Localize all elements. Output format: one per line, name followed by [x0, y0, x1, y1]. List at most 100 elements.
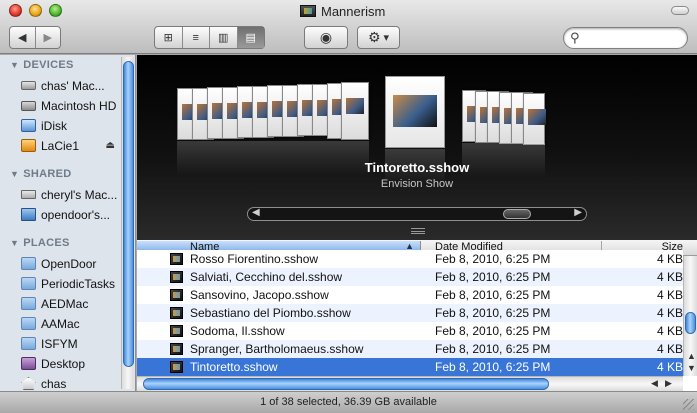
computer-icon	[21, 81, 36, 90]
file-size: 4 KB	[656, 342, 683, 356]
column-view-icon: ▥	[218, 32, 229, 44]
table-row[interactable]: Spranger, Bartholomaeus.sshow Feb 8, 201…	[137, 340, 683, 358]
sidebar-item-cheryls-mac[interactable]: cheryl's Mac...	[21, 185, 121, 204]
sidebar-item-macintosh-hd[interactable]: Macintosh HD	[21, 96, 121, 115]
home-icon	[21, 377, 36, 390]
file-date: Feb 8, 2010, 6:25 PM	[435, 306, 551, 320]
column-view-button[interactable]: ▥	[209, 27, 237, 48]
slideshow-file-icon	[170, 361, 183, 373]
idisk-icon	[21, 119, 36, 132]
folder-icon	[21, 277, 36, 290]
file-name: Salviati, Cecchino del.sshow	[190, 270, 343, 284]
table-row[interactable]: Sebastiano del Piombo.sshow Feb 8, 2010,…	[137, 304, 683, 322]
list-view-icon: ≡	[192, 31, 199, 44]
toolbar-toggle-button[interactable]	[671, 6, 689, 15]
sidebar-item-periodictasks[interactable]: PeriodicTasks	[21, 274, 121, 293]
quick-look-button[interactable]: ◉	[304, 26, 348, 49]
sidebar-header-places[interactable]: ▼ PLACES	[10, 237, 70, 249]
folder-proxy-icon[interactable]	[300, 5, 316, 17]
eject-icon[interactable]: ⏏	[106, 140, 115, 151]
file-name: Sansovino, Jacopo.sshow	[190, 288, 329, 302]
scroll-up-icon[interactable]: ▲	[687, 351, 696, 361]
coverflow-scrollbar[interactable]: ◀ ▶	[247, 207, 587, 221]
sidebar-item-opendoor[interactable]: OpenDoor	[21, 254, 121, 273]
zoom-window-button[interactable]	[49, 4, 62, 17]
table-row[interactable]: Sodoma, Il.sshow Feb 8, 2010, 6:25 PM 4 …	[137, 322, 683, 340]
list-vertical-scroll-thumb[interactable]	[685, 312, 696, 334]
coverflow-view[interactable]: Tintoretto.sshow Envision Show ◀ ▶	[137, 55, 697, 240]
coverflow-selected-name: Tintoretto.sshow	[364, 160, 470, 175]
sidebar-item-aamac[interactable]: AAMac	[21, 314, 121, 333]
action-menu-button[interactable]: ⚙ ▾	[357, 26, 400, 49]
eye-icon: ◉	[319, 29, 333, 45]
sidebar-scroll-thumb[interactable]	[123, 61, 134, 367]
coverflow-selected-kind: Envision Show	[380, 178, 454, 190]
table-row-selected[interactable]: Tintoretto.sshow Feb 8, 2010, 6:25 PM 4 …	[137, 358, 683, 376]
sidebar-header-devices[interactable]: ▼ DEVICES	[10, 59, 74, 71]
file-list: Name ▲ Date Modified Size Rosso Fiorenti…	[137, 240, 697, 391]
list-horizontal-scrollbar[interactable]: ◀ ▶	[137, 376, 683, 391]
close-window-button[interactable]	[9, 4, 22, 17]
coverflow-view-button[interactable]: ▤	[236, 27, 264, 48]
status-text: 1 of 38 selected, 36.39 GB available	[260, 396, 437, 408]
file-size: 4 KB	[656, 324, 683, 338]
back-button[interactable]: ◀	[10, 27, 35, 48]
folder-icon	[21, 317, 36, 330]
list-vertical-scrollbar[interactable]: ▲ ▼	[683, 256, 697, 376]
sidebar-item-aedmac[interactable]: AEDMac	[21, 294, 121, 313]
sidebar-header-shared[interactable]: ▼ SHARED	[10, 168, 71, 180]
forward-arrow-icon: ▶	[43, 32, 52, 44]
coverflow-scroll-left-icon[interactable]: ◀	[252, 207, 260, 218]
hard-drive-icon	[21, 100, 36, 111]
coverflow-scroll-right-icon[interactable]: ▶	[574, 207, 582, 218]
resize-grip-icon[interactable]	[683, 399, 694, 410]
table-row[interactable]: Salviati, Cecchino del.sshow Feb 8, 2010…	[137, 268, 683, 286]
sidebar-item-chas[interactable]: chas	[21, 374, 121, 391]
cover-item[interactable]	[341, 82, 369, 140]
scroll-right-icon[interactable]: ▶	[665, 378, 672, 389]
sidebar-item-idisk[interactable]: iDisk	[21, 116, 121, 135]
sidebar-item-desktop[interactable]: Desktop	[21, 354, 121, 373]
folder-icon	[21, 337, 36, 350]
file-size: 4 KB	[656, 360, 683, 374]
search-field[interactable]: ⚲	[563, 27, 688, 49]
table-row[interactable]: Sansovino, Jacopo.sshow Feb 8, 2010, 6:2…	[137, 286, 683, 304]
coverflow-view-icon: ▤	[245, 32, 256, 44]
sidebar-item-chas-mac[interactable]: chas' Mac...	[21, 76, 121, 95]
coverflow-scroll-thumb[interactable]	[503, 209, 531, 219]
file-name: Rosso Fiorentino.sshow	[190, 252, 319, 266]
slideshow-file-icon	[170, 289, 183, 301]
sidebar-item-opendoors[interactable]: opendoor's...	[21, 205, 121, 224]
folder-icon	[21, 297, 36, 310]
selected-cover[interactable]	[385, 76, 445, 148]
chevron-down-icon: ▾	[383, 32, 390, 44]
forward-button[interactable]: ▶	[34, 27, 61, 48]
sidebar-scrollbar[interactable]	[121, 57, 134, 389]
file-name: Sodoma, Il.sshow	[190, 324, 285, 338]
shared-screen-icon	[21, 208, 36, 221]
slideshow-file-icon	[170, 307, 183, 319]
file-date: Feb 8, 2010, 6:25 PM	[435, 288, 551, 302]
cover-item[interactable]	[523, 93, 546, 145]
icon-view-button[interactable]: ⊞	[155, 27, 182, 48]
list-horizontal-scroll-thumb[interactable]	[143, 378, 549, 390]
minimize-window-button[interactable]	[29, 4, 42, 17]
slideshow-file-icon	[170, 253, 183, 265]
folder-icon	[21, 257, 36, 270]
search-input[interactable]	[583, 32, 679, 44]
search-icon: ⚲	[570, 30, 580, 45]
coverflow-resize-grip[interactable]	[411, 228, 425, 234]
sidebar-item-isfym[interactable]: ISFYM	[21, 334, 121, 353]
file-date: Feb 8, 2010, 6:25 PM	[435, 252, 551, 266]
window-toolbar: Mannerism ◀ ▶ ⊞ ≡ ▥ ▤ ◉ ⚙ ▾ ⚲	[0, 0, 697, 54]
table-row[interactable]: Rosso Fiorentino.sshow Feb 8, 2010, 6:25…	[137, 250, 683, 268]
scroll-left-icon[interactable]: ◀	[651, 378, 658, 389]
file-name: Tintoretto.sshow	[190, 360, 278, 374]
shared-computer-icon	[21, 190, 36, 199]
file-size: 4 KB	[656, 270, 683, 284]
window-title: Mannerism	[321, 3, 386, 19]
list-view-button[interactable]: ≡	[181, 27, 210, 48]
file-date: Feb 8, 2010, 6:25 PM	[435, 342, 551, 356]
file-date: Feb 8, 2010, 6:25 PM	[435, 324, 551, 338]
scroll-down-icon[interactable]: ▼	[687, 363, 696, 373]
